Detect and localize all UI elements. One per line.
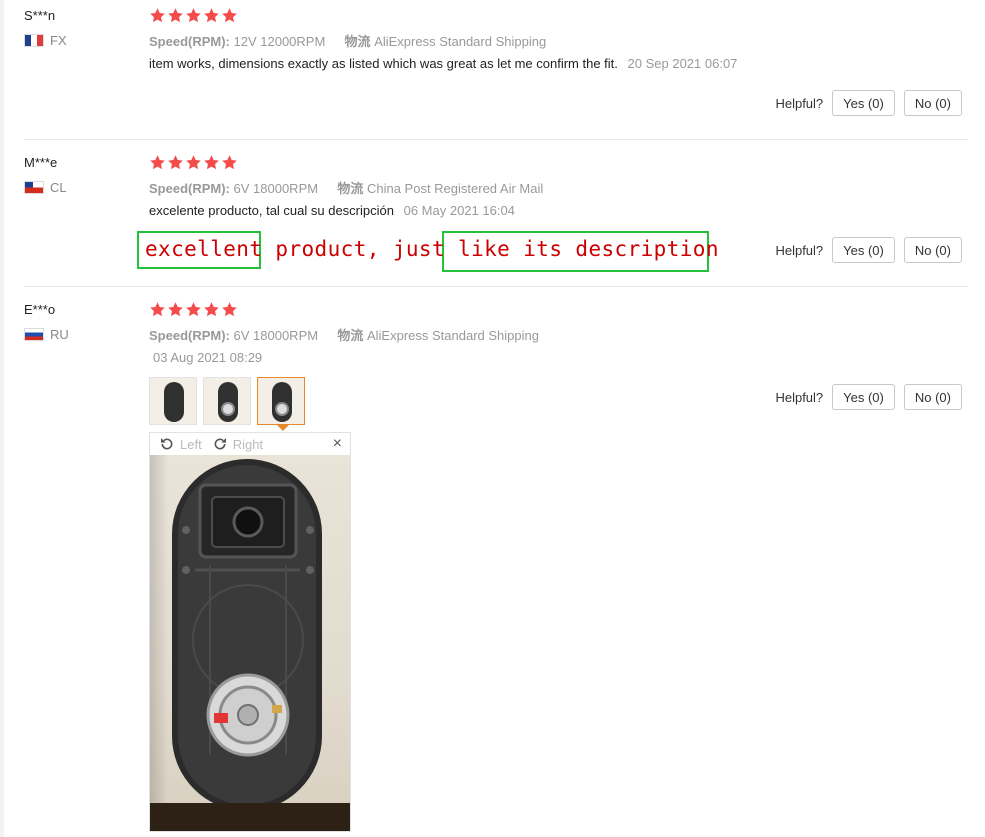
rotate-right-label: Right [232,436,264,452]
helpful-yes-button[interactable]: Yes (0) [832,384,895,410]
sku-attributes: Speed(RPM): 6V 18000RPM 物流 China Post Re… [149,178,543,197]
shipping-value: AliExpress Standard Shipping [374,34,547,49]
rotate-right-button[interactable]: Right [212,436,263,452]
country-code: FX [50,33,67,48]
flag-icon [24,34,44,47]
rotate-right-icon [212,436,228,452]
star-icon [185,154,202,171]
sku-attributes: Speed(RPM): 12V 12000RPM 物流 AliExpress S… [149,31,546,50]
flag-icon [24,328,44,341]
translation-overlay: excellent product, just like its descrip… [137,231,719,272]
close-icon[interactable]: × [333,435,342,453]
shipping-key: 物流 [337,181,364,196]
active-thumbnail-caret [277,425,289,431]
star-rating [149,301,238,318]
comment-text: item works, dimensions exactly as listed… [149,56,618,71]
helpful-no-button[interactable]: No (0) [903,90,962,116]
helpful-label: Helpful? [775,242,824,258]
helpful-no-button[interactable]: No (0) [903,384,962,410]
helpful-label: Helpful? [775,95,824,111]
reviewer-name: E***o [24,302,56,317]
helpful-vote: Helpful? Yes (0) No (0) [775,384,962,410]
helpful-yes-button[interactable]: Yes (0) [832,90,895,116]
star-icon [185,301,202,318]
reviewer-name: M***e [24,155,58,170]
rotate-left-button[interactable]: Left [159,436,202,452]
rotate-left-icon [159,436,175,452]
star-icon [149,301,166,318]
helpful-yes-button[interactable]: Yes (0) [832,237,895,263]
review-item: S***n FX Speed(RPM): 12V 12000RPM 物流 Ali… [24,0,968,140]
photo-thumbnail[interactable] [203,377,251,425]
photo-thumbnail-active[interactable] [257,377,305,425]
photo-viewer-toolbar: Left Right × [150,433,350,455]
star-icon [167,7,184,24]
review-photo-thumbnails [149,377,305,425]
photo-thumbnail[interactable] [149,377,197,425]
star-rating [149,154,238,171]
rotate-left-label: Left [180,436,202,452]
review-item: M***e CL Speed(RPM): 6V 18000RPM 物流 Chin… [24,147,968,287]
translation-text: excellent product, just like its descrip… [145,237,719,261]
country-code: RU [50,327,69,342]
reviewer-country: FX [24,33,67,48]
review-date: 20 Sep 2021 06:07 [627,56,738,71]
shipping-key: 物流 [344,34,371,49]
left-rule [0,0,4,837]
review-comment: item works, dimensions exactly as listed… [149,56,737,71]
attr-value: 6V 18000RPM [233,181,319,196]
review-photo [150,455,350,831]
sku-attributes: Speed(RPM): 6V 18000RPM 物流 AliExpress St… [149,325,539,344]
comment-text: excelente producto, tal cual su descripc… [149,203,394,218]
star-icon [167,154,184,171]
review-item: E***o RU Speed(RPM): 6V 18000RPM 物流 AliE… [24,294,968,837]
reviewer-name: S***n [24,8,56,23]
attr-key: Speed(RPM): [149,181,230,196]
flag-icon [24,181,44,194]
star-icon [203,154,220,171]
star-icon [221,154,238,171]
star-icon [221,7,238,24]
review-comment: excelente producto, tal cual su descripc… [149,203,515,218]
review-date: 06 May 2021 16:04 [403,203,515,218]
star-rating [149,7,238,24]
reviewer-country: RU [24,327,69,342]
attr-value: 12V 12000RPM [233,34,326,49]
country-code: CL [50,180,67,195]
star-icon [221,301,238,318]
shipping-key: 物流 [337,328,364,343]
shipping-value: China Post Registered Air Mail [366,181,544,196]
attr-key: Speed(RPM): [149,34,230,49]
star-icon [149,154,166,171]
photo-viewer: Left Right × [149,432,351,832]
star-icon [149,7,166,24]
star-icon [203,301,220,318]
reviewer-country: CL [24,180,67,195]
helpful-vote: Helpful? Yes (0) No (0) [775,237,962,263]
attr-key: Speed(RPM): [149,328,230,343]
star-icon [167,301,184,318]
star-icon [185,7,202,24]
shipping-value: AliExpress Standard Shipping [366,328,539,343]
review-date: 03 Aug 2021 08:29 [153,350,263,365]
helpful-label: Helpful? [775,389,824,405]
helpful-no-button[interactable]: No (0) [903,237,962,263]
star-icon [203,7,220,24]
helpful-vote: Helpful? Yes (0) No (0) [775,90,962,116]
attr-value: 6V 18000RPM [233,328,319,343]
motor-gearbox-photo [172,459,322,811]
